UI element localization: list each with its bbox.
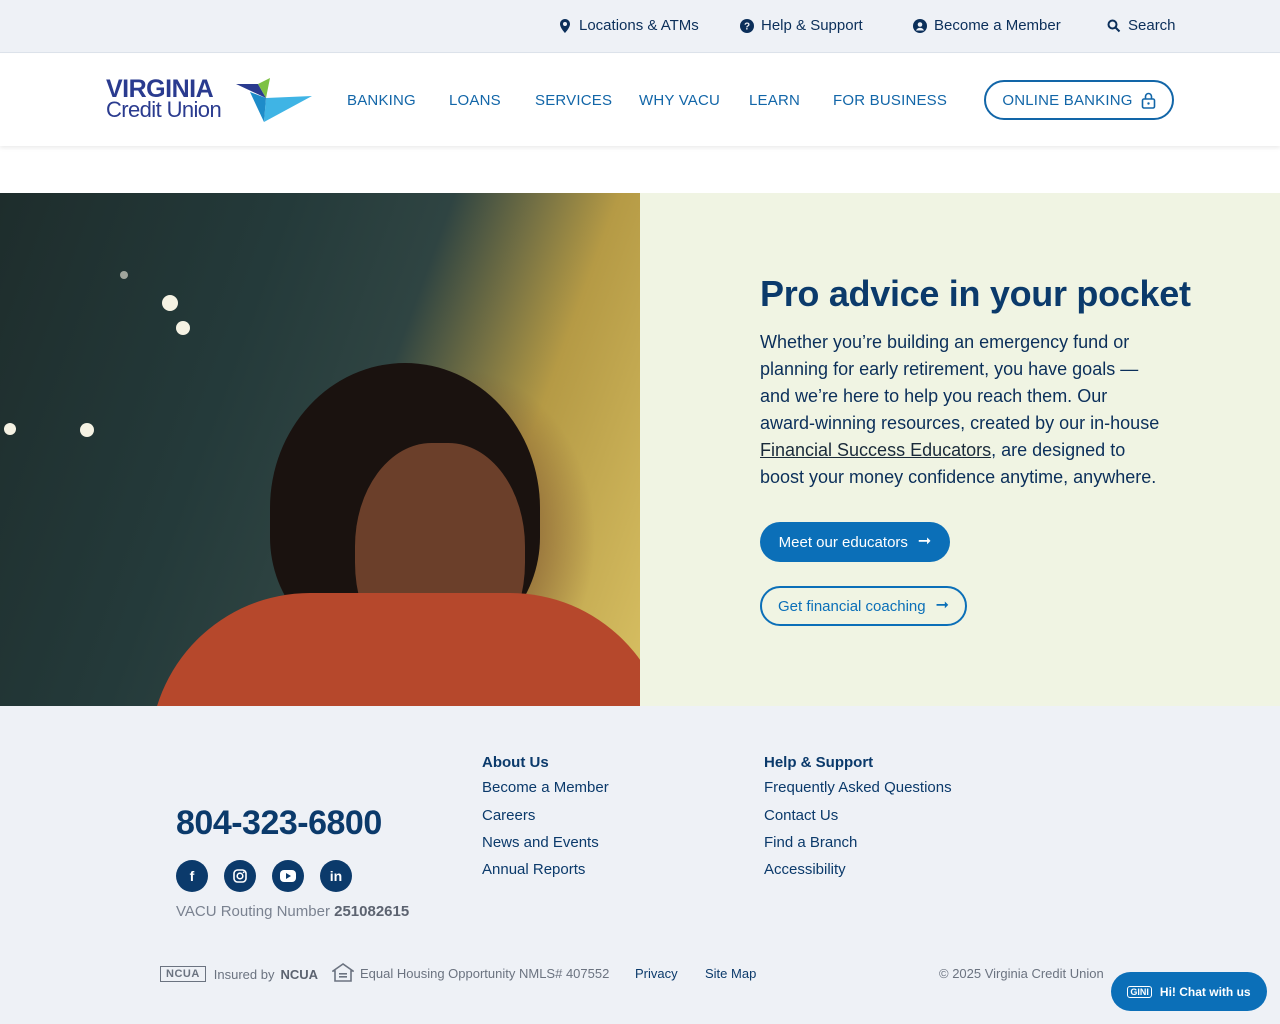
chat-button[interactable]: GINI Hi! Chat with us [1111,972,1267,1011]
become-member-link[interactable]: Become a Member [913,17,1061,34]
facebook-icon[interactable]: f [176,860,208,892]
equal-housing-label: Equal Housing Opportunity NMLS# 407552 [360,965,610,981]
hero-body-text: Whether you’re building an emergency fun… [760,332,1160,433]
social-links: f in [176,860,352,892]
logo-mark-icon [236,78,312,122]
online-banking-label: ONLINE BANKING [1002,91,1133,109]
lock-icon [1141,92,1155,109]
nav-banking[interactable]: BANKING [347,92,416,109]
footer-link-contact-us[interactable]: Contact Us [764,807,838,824]
locations-label: Locations & ATMs [579,17,699,34]
nav-why-vacu[interactable]: WHY VACU [639,92,720,109]
routing-number: VACU Routing Number 251082615 [176,903,409,920]
copyright: © 2025 Virginia Credit Union [939,966,1104,981]
bokeh-light [162,295,178,311]
ncua-logo: NCUA [160,966,206,982]
footer-link-accessibility[interactable]: Accessibility [764,861,846,878]
meet-educators-button[interactable]: Meet our educators ➞ [760,522,950,562]
footer-link-faq[interactable]: Frequently Asked Questions [764,779,952,796]
routing-value: 251082615 [334,903,410,920]
chat-bot-icon: GINI [1127,985,1152,998]
privacy-link[interactable]: Privacy [635,966,678,981]
hero-panel: Pro advice in your pocket Whether you’re… [640,193,1280,706]
equal-housing: Equal Housing Opportunity NMLS# 407552 [332,963,609,983]
help-support-link[interactable]: ? Help & Support [740,17,863,34]
financial-coaching-button[interactable]: Get financial coaching ➞ [760,586,967,626]
question-circle-icon: ? [740,18,754,33]
footer-link-news-events[interactable]: News and Events [482,834,599,851]
arrow-right-icon: ➞ [935,597,949,614]
bokeh-light [80,423,94,437]
help-support-label: Help & Support [761,17,863,34]
footer-link-become-member[interactable]: Become a Member [482,779,609,796]
search-label: Search [1128,17,1176,34]
instagram-icon[interactable] [224,860,256,892]
nav-learn[interactable]: LEARN [749,92,800,109]
nav-loans[interactable]: LOANS [449,92,501,109]
insured-by-org: NCUA [280,966,319,982]
logo-line2: Credit Union [106,97,222,122]
routing-label: VACU Routing Number [176,903,330,920]
nav-for-business[interactable]: FOR BUSINESS [833,92,947,109]
bokeh-light [4,423,16,435]
phone-number[interactable]: 804-323-6800 [176,804,382,843]
bokeh-light [176,321,190,335]
search-link[interactable]: Search [1107,17,1176,34]
youtube-icon[interactable] [272,860,304,892]
nav-services[interactable]: SERVICES [535,92,612,109]
online-banking-button[interactable]: ONLINE BANKING [984,80,1174,120]
bokeh-light [120,271,128,279]
arrow-right-icon: ➞ [917,533,932,550]
become-member-label: Become a Member [934,17,1061,34]
search-icon [1107,19,1121,32]
ncua-insured: NCUA Insured by NCUA [160,966,318,982]
main-navigation: VIRGINIA Credit Union BANKING LOANS SERV… [0,54,1280,146]
meet-educators-label: Meet our educators [778,533,908,551]
chat-label: Hi! Chat with us [1159,984,1251,999]
financial-success-educators-link[interactable]: Financial Success Educators [760,440,991,460]
linkedin-icon[interactable]: in [320,860,352,892]
vacu-logo[interactable]: VIRGINIA Credit Union [106,76,316,126]
footer-link-careers[interactable]: Careers [482,807,535,824]
map-pin-icon [560,18,570,33]
user-circle-icon [913,18,927,33]
locations-link[interactable]: Locations & ATMs [558,17,699,34]
insured-by-label: Insured by [213,966,275,982]
site-map-link[interactable]: Site Map [705,966,756,981]
hero-photo [0,193,640,706]
about-us-heading: About Us [482,754,549,771]
hero-title: Pro advice in your pocket [760,273,1191,314]
footer-link-annual-reports[interactable]: Annual Reports [482,861,585,878]
footer: 804-323-6800 f in VACU Routing Number 25… [0,706,1280,1024]
photo-shirt [150,593,640,706]
utility-bar: Locations & ATMs ? Help & Support Become… [0,0,1280,53]
equal-housing-icon [332,963,354,982]
hero-body: Whether you’re building an emergency fun… [760,329,1160,491]
help-support-heading: Help & Support [764,754,874,771]
financial-coaching-label: Get financial coaching [778,597,926,615]
footer-link-find-branch[interactable]: Find a Branch [764,834,857,851]
svg-text:?: ? [744,21,750,32]
